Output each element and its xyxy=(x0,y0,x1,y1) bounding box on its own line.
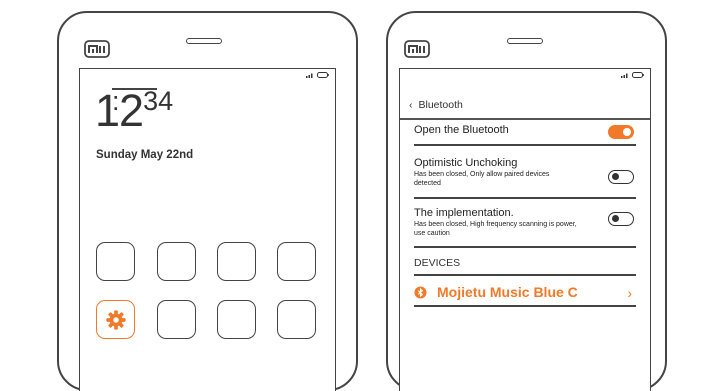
setting-description: Has been closed, Only allow paired devic… xyxy=(414,171,550,187)
clock: 12:34 xyxy=(95,86,174,134)
row-divider xyxy=(414,246,636,248)
status-bar xyxy=(621,72,644,78)
app-icon[interactable] xyxy=(277,242,316,281)
earpiece xyxy=(507,38,543,44)
header-divider xyxy=(400,118,650,120)
implementation-toggle[interactable] xyxy=(608,212,634,226)
mi-logo-icon xyxy=(404,40,430,58)
clock-separator: : xyxy=(112,88,158,111)
app-icon[interactable] xyxy=(217,300,256,339)
devices-section-label: DEVICES xyxy=(414,257,461,269)
page-title: Bluetooth xyxy=(418,99,463,111)
bluetooth-header: ‹ Bluetooth xyxy=(409,99,463,111)
setting-description: Has been closed, High frequency scanning… xyxy=(414,221,577,237)
bluetooth-icon xyxy=(414,285,427,299)
signal-icon xyxy=(306,73,313,78)
setting-title: The implementation. xyxy=(414,207,514,219)
settings-app[interactable] xyxy=(96,300,135,339)
optimistic-unchoking-toggle[interactable] xyxy=(608,170,634,184)
signal-icon xyxy=(621,73,628,78)
setting-title: Optimistic Unchoking xyxy=(414,157,518,169)
home-screen: 12:34 Sunday May 22nd xyxy=(79,68,336,391)
earpiece xyxy=(186,38,222,44)
chevron-left-icon[interactable]: ‹ xyxy=(409,99,413,111)
bluetooth-toggle[interactable] xyxy=(608,125,634,139)
app-icon[interactable] xyxy=(217,242,256,281)
phone-bluetooth-settings: ‹ Bluetooth Open the Bluetooth Optimistic… xyxy=(386,11,667,391)
app-icon[interactable] xyxy=(277,300,316,339)
app-icon[interactable] xyxy=(157,242,196,281)
status-bar xyxy=(306,72,329,78)
device-item[interactable]: Mojietu Music Blue C › xyxy=(414,283,636,301)
setting-optimistic-unchoking: Optimistic Unchoking Has been closed, On… xyxy=(414,157,636,188)
battery-icon xyxy=(317,72,329,78)
chevron-right-icon: › xyxy=(627,285,632,301)
setting-implementation: The implementation. Has been closed, Hig… xyxy=(414,207,636,238)
row-divider xyxy=(414,144,636,146)
setting-title: Open the Bluetooth xyxy=(414,124,509,136)
app-icon[interactable] xyxy=(96,242,135,281)
gear-icon xyxy=(105,309,126,330)
mi-logo-icon xyxy=(84,40,110,58)
setting-open-bluetooth: Open the Bluetooth xyxy=(414,124,636,136)
clock-minute: 34 xyxy=(143,86,174,116)
bluetooth-screen: ‹ Bluetooth Open the Bluetooth Optimistic… xyxy=(399,68,651,391)
device-name: Mojietu Music Blue C xyxy=(437,284,578,300)
row-divider xyxy=(414,305,636,307)
app-icon[interactable] xyxy=(157,300,196,339)
row-divider xyxy=(414,197,636,199)
row-divider xyxy=(414,274,636,276)
date-label: Sunday May 22nd xyxy=(96,149,194,161)
phone-lockscreen: 12:34 Sunday May 22nd xyxy=(57,11,358,391)
battery-icon xyxy=(632,72,644,78)
